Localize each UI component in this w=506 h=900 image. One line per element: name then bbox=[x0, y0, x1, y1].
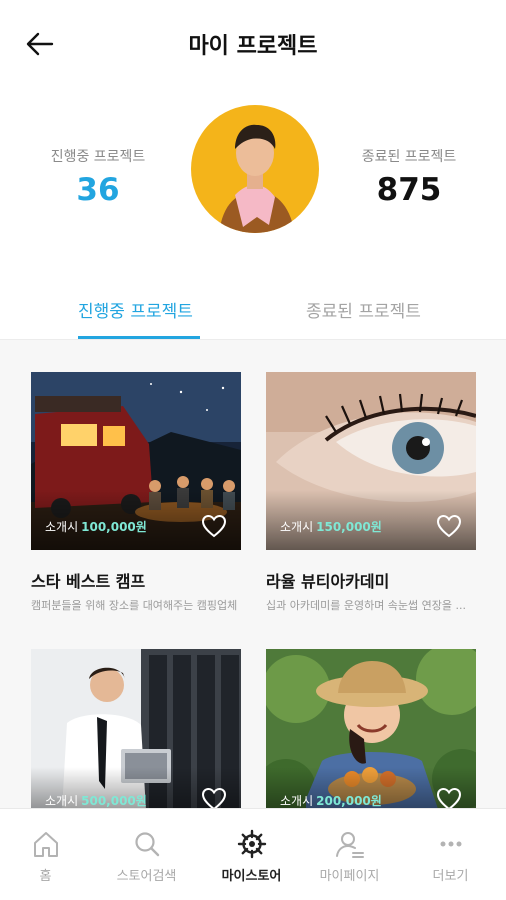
card-thumbnail: 소개시 150,000원 bbox=[266, 372, 476, 550]
ship-wheel-icon bbox=[237, 829, 267, 859]
tab-active-projects[interactable]: 진행중 프로젝트 bbox=[78, 297, 193, 322]
heart-icon bbox=[436, 514, 462, 538]
project-card-server[interactable]: 소개시 500,000원 bbox=[31, 649, 241, 827]
favorite-button[interactable] bbox=[201, 514, 227, 538]
finished-projects-count: 875 bbox=[376, 172, 442, 208]
card-description: 캠퍼분들을 위해 장소를 대여해주는 캠핑업체 bbox=[31, 599, 238, 612]
referral-price: 소개시 200,000원 bbox=[280, 792, 382, 809]
card-description: 십과 아카데미를 운영하며 속눈썹 연장을 ... bbox=[266, 599, 467, 612]
more-icon bbox=[440, 841, 462, 847]
nav-label: 마이페이지 bbox=[319, 869, 380, 884]
price-value: 200,000원 bbox=[316, 794, 382, 808]
header: 마이 프로젝트 bbox=[0, 0, 506, 86]
project-card-camp[interactable]: 소개시 100,000원 스타 베스트 캠프 캠퍼분들을 위해 장소를 대여해주는… bbox=[31, 372, 241, 622]
avatar[interactable] bbox=[191, 105, 319, 233]
active-tab-indicator bbox=[78, 336, 200, 339]
active-projects-label: 진행중 프로젝트 bbox=[50, 149, 146, 165]
nav-store-search[interactable]: 스토어검색 bbox=[96, 809, 197, 900]
price-prefix: 소개시 bbox=[280, 520, 314, 534]
finished-projects-stat: 종료된 프로젝트 875 bbox=[334, 146, 484, 208]
tab-finished-projects[interactable]: 종료된 프로젝트 bbox=[306, 297, 421, 322]
user-icon bbox=[336, 832, 364, 858]
page-title: 마이 프로젝트 bbox=[188, 34, 318, 59]
price-prefix: 소개시 bbox=[45, 794, 79, 808]
card-title: 라율 뷰티아카데미 bbox=[266, 572, 390, 591]
price-value: 500,000원 bbox=[81, 794, 147, 808]
search-icon bbox=[135, 832, 160, 857]
nav-home[interactable]: 홈 bbox=[0, 809, 96, 900]
active-projects-count: 36 bbox=[76, 172, 120, 208]
heart-icon bbox=[201, 514, 227, 538]
project-tabs: 진행중 프로젝트 종료된 프로젝트 bbox=[0, 282, 506, 340]
nav-label: 더보기 bbox=[432, 869, 469, 884]
price-value: 100,000원 bbox=[81, 520, 147, 534]
nav-label: 마이스토어 bbox=[221, 869, 282, 884]
price-value: 150,000원 bbox=[316, 520, 382, 534]
favorite-button[interactable] bbox=[436, 514, 462, 538]
nav-my-page[interactable]: 마이페이지 bbox=[299, 809, 400, 900]
referral-price: 소개시 500,000원 bbox=[45, 792, 147, 809]
referral-price: 소개시 100,000원 bbox=[45, 518, 147, 535]
card-thumbnail: 소개시 100,000원 bbox=[31, 372, 241, 550]
home-icon bbox=[34, 832, 58, 857]
referral-price: 소개시 150,000원 bbox=[280, 518, 382, 535]
nav-my-store[interactable]: 마이스토어 bbox=[201, 809, 302, 900]
project-card-beauty[interactable]: 소개시 150,000원 라율 뷰티아카데미 십과 아카데미를 운영하며 속눈썹 … bbox=[266, 372, 476, 622]
card-thumbnail: 소개시 500,000원 bbox=[31, 649, 241, 827]
price-prefix: 소개시 bbox=[280, 794, 314, 808]
bottom-nav: 홈 스토어검색 마이스토어 마이페이지 더보기 bbox=[0, 808, 506, 900]
active-projects-stat: 진행중 프로젝트 36 bbox=[23, 146, 173, 208]
nav-label: 스토어검색 bbox=[116, 869, 177, 884]
nav-label: 홈 bbox=[39, 869, 52, 884]
finished-projects-label: 종료된 프로젝트 bbox=[361, 149, 457, 165]
avatar-image bbox=[191, 105, 319, 233]
card-thumbnail: 소개시 200,000원 bbox=[266, 649, 476, 827]
card-title: 스타 베스트 캠프 bbox=[31, 572, 146, 591]
price-prefix: 소개시 bbox=[45, 520, 79, 534]
project-card-farm[interactable]: 소개시 200,000원 bbox=[266, 649, 476, 827]
nav-more[interactable]: 더보기 bbox=[400, 809, 501, 900]
